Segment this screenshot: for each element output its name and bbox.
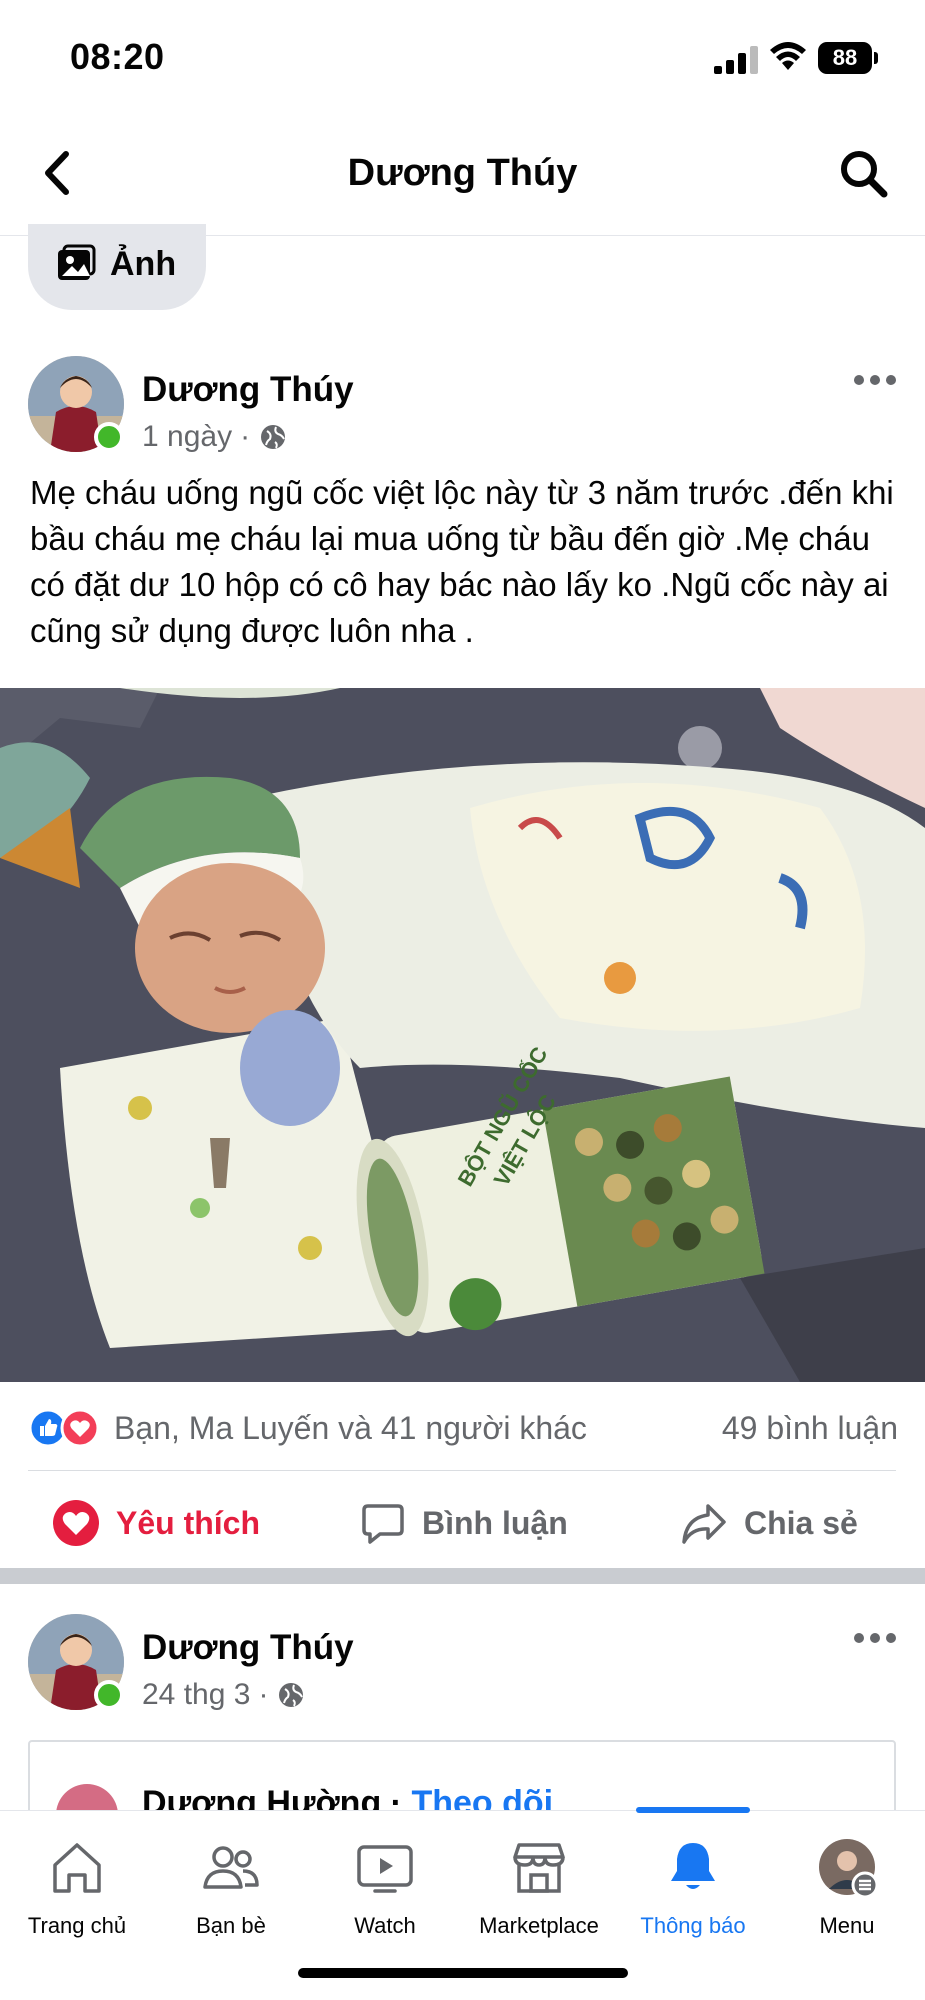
globe-icon: [261, 425, 286, 449]
battery-icon: 88: [818, 42, 878, 74]
watch-video-icon: [357, 1845, 413, 1893]
signal-icon: [714, 46, 758, 74]
comment-button[interactable]: Bình luận: [360, 1478, 568, 1568]
status-bar: 08:20 88: [0, 0, 925, 118]
post-text: Mẹ cháu uống ngũ cốc việt lộc này từ 3 n…: [30, 474, 894, 649]
post-author-name[interactable]: Dương Thúy: [142, 370, 354, 410]
nav-notifications[interactable]: Thông báo: [616, 1807, 770, 1961]
photos-filter-label: Ảnh: [110, 244, 177, 283]
like-button[interactable]: Yêu thích: [52, 1478, 260, 1568]
status-time: 08:20: [70, 36, 165, 77]
photo-gallery-icon: [58, 244, 96, 280]
nav-marketplace[interactable]: Marketplace: [462, 1811, 616, 1961]
share-button[interactable]: Chia sẻ: [680, 1478, 858, 1568]
like-love-reaction-icons: [28, 1408, 100, 1448]
wifi-icon: [770, 42, 806, 70]
post-author-name[interactable]: Dương Thúy: [142, 1628, 354, 1668]
more-options-icon[interactable]: [852, 1628, 898, 1648]
nav-watch[interactable]: Watch: [308, 1811, 462, 1961]
battery-level: 88: [818, 42, 872, 74]
nav-notifications-label: Thông báo: [640, 1913, 746, 1938]
search-icon[interactable]: [836, 146, 892, 202]
nav-menu[interactable]: Menu: [770, 1811, 924, 1961]
nav-friends-label: Bạn bè: [196, 1913, 266, 1938]
post-actions: Yêu thích Bình luận Chia sẻ: [0, 1478, 925, 1568]
post-timestamp[interactable]: 24 thg 3: [142, 1678, 250, 1712]
profile-avatar-icon: [819, 1839, 877, 1897]
post-timestamp[interactable]: 1 ngày: [142, 420, 232, 454]
profile-header: Dương Thúy: [0, 118, 925, 236]
home-icon: [53, 1843, 101, 1893]
active-tab-indicator: [636, 1807, 750, 1813]
comment-label: Bình luận: [422, 1504, 568, 1541]
comments-count[interactable]: 49 bình luận: [722, 1410, 898, 1447]
online-status-indicator: [94, 1680, 124, 1710]
share-label: Chia sẻ: [744, 1504, 858, 1541]
home-indicator[interactable]: [298, 1968, 628, 1978]
nav-friends[interactable]: Bạn bè: [154, 1811, 308, 1961]
nav-home[interactable]: Trang chủ: [0, 1811, 154, 1961]
marketplace-store-icon: [513, 1843, 565, 1893]
post-meta: 24 thg 3 ·: [142, 1678, 306, 1712]
nav-marketplace-label: Marketplace: [479, 1913, 599, 1938]
photos-filter-button[interactable]: Ảnh: [28, 224, 206, 310]
more-options-icon[interactable]: [852, 370, 898, 390]
nav-watch-label: Watch: [354, 1913, 416, 1938]
online-status-indicator: [94, 422, 124, 452]
feed-separator: [0, 1568, 925, 1584]
comment-icon: [362, 1504, 404, 1544]
nav-menu-label: Menu: [819, 1913, 875, 1938]
nav-home-label: Trang chủ: [27, 1913, 127, 1938]
post-photo[interactable]: BỘT NGŨ CỐC VIỆT LỘC: [0, 688, 925, 1382]
bell-icon: [671, 1843, 715, 1889]
reactions-summary[interactable]: Bạn, Ma Luyến và 41 người khác 49 bình l…: [28, 1404, 898, 1454]
page-title: Dương Thúy: [347, 152, 578, 194]
post-meta: 1 ngày ·: [142, 420, 288, 454]
friends-icon: [203, 1846, 259, 1889]
reactions-text: Bạn, Ma Luyến và 41 người khác: [114, 1410, 587, 1446]
globe-icon: [279, 1683, 304, 1707]
like-label: Yêu thích: [116, 1504, 261, 1541]
divider: [28, 1470, 896, 1471]
heart-icon: [53, 1500, 99, 1546]
share-icon: [682, 1504, 726, 1544]
